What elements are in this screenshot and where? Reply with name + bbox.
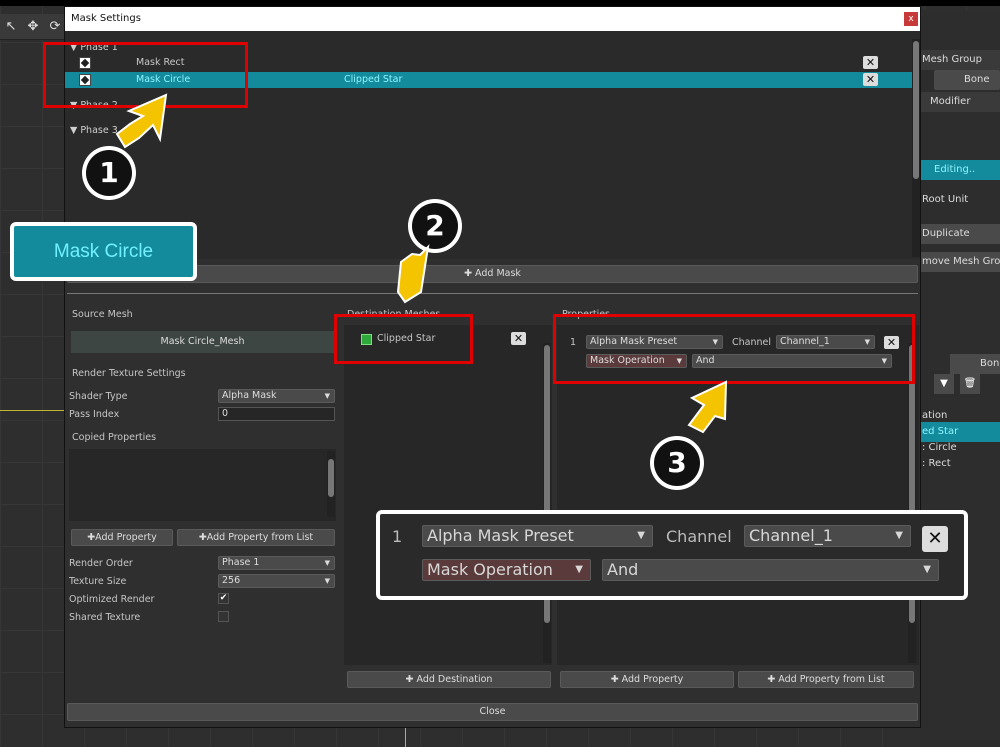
arrow-icon-1 xyxy=(115,93,168,149)
arrow-icon-2 xyxy=(396,244,430,304)
arrows-layer xyxy=(115,93,728,434)
arrow-icon-3 xyxy=(687,380,728,434)
arrow-icon xyxy=(115,93,728,434)
